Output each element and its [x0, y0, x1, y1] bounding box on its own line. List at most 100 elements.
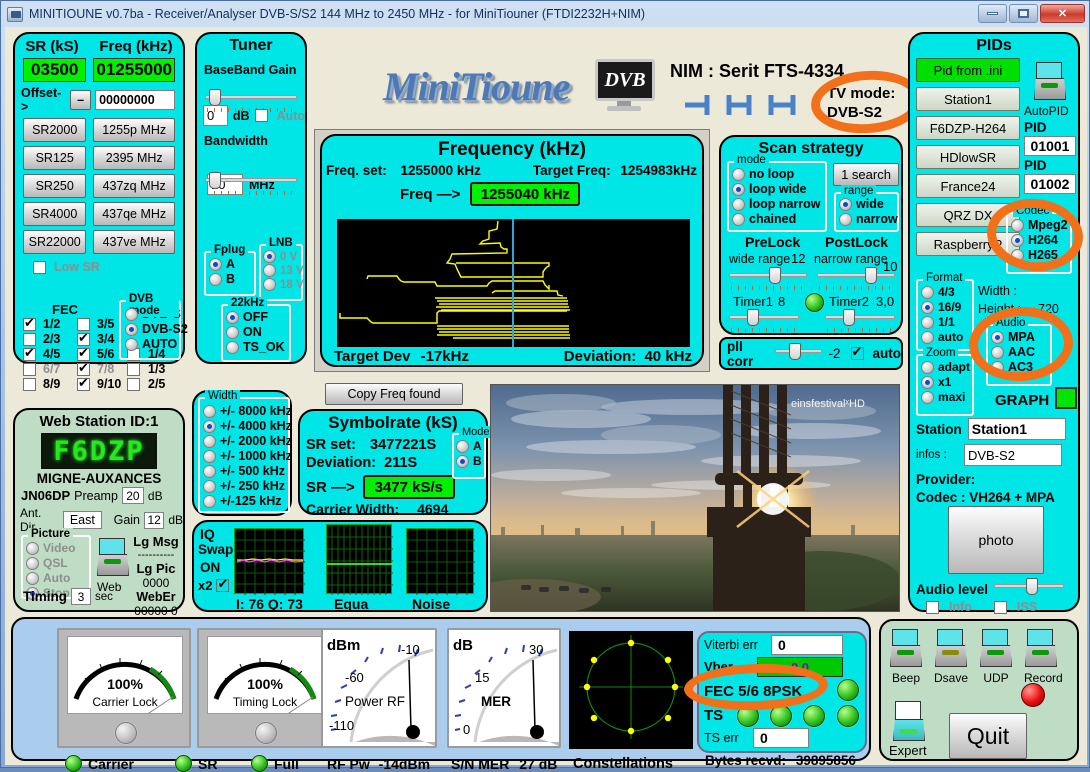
freq-value-field[interactable]: 01255000: [93, 58, 175, 82]
width-option-option-3[interactable]: +/- 1000 kHz: [203, 449, 292, 463]
fec-item-12[interactable]: 2/5: [127, 377, 183, 391]
sr-preset-button-3[interactable]: SR4000: [23, 202, 87, 226]
fec-item-10[interactable]: 8/9: [23, 377, 75, 391]
video-preview[interactable]: einsfestivalˣHD: [461, 384, 901, 615]
iss-checkbox[interactable]: [993, 600, 1007, 614]
infos-field[interactable]: DVB-S2: [964, 444, 1062, 466]
audio-option-0[interactable]: MPA: [991, 330, 1050, 344]
sr-mode-radio-1[interactable]: [456, 454, 469, 468]
scan-mode-option-1[interactable]: loop wide: [732, 182, 825, 196]
sr-mode-option-0[interactable]: A: [456, 439, 484, 453]
search-button[interactable]: 1 search: [833, 163, 899, 186]
photo-button[interactable]: photo: [948, 506, 1044, 574]
fec-item-9[interactable]: 1/3: [127, 362, 183, 376]
scan-mode-radio-0[interactable]: [732, 167, 745, 181]
sr-preset-button-4[interactable]: SR22000: [23, 230, 87, 254]
fec-checkbox-4[interactable]: [23, 345, 36, 361]
audio-level-slider[interactable]: [994, 578, 1065, 600]
control-udp[interactable]: UDP: [979, 629, 1013, 685]
format-radio-0[interactable]: [921, 285, 934, 299]
fec-checkbox-9[interactable]: [127, 362, 140, 376]
lnb-radio-2[interactable]: [263, 278, 276, 291]
fec-checkbox-12[interactable]: [127, 377, 140, 391]
low-sr-checkbox[interactable]: [33, 260, 46, 274]
scan-range-option-0[interactable]: wide: [839, 197, 897, 211]
station-field[interactable]: Station1: [967, 418, 1066, 440]
scan-mode-option-2[interactable]: loop narrow: [732, 197, 825, 211]
scan-mode-option-0[interactable]: no loop: [732, 167, 825, 181]
picture-option-2[interactable]: Auto: [26, 571, 89, 585]
dvb-mode-radio-2[interactable]: [125, 337, 138, 351]
maximize-button[interactable]: [1009, 4, 1038, 23]
beep-toggle[interactable]: [890, 629, 922, 669]
sr-mode-option-1[interactable]: B: [456, 454, 484, 468]
scan-mode-radio-1[interactable]: [732, 182, 745, 196]
format-radio-2[interactable]: [921, 315, 934, 329]
width-option-radio-4[interactable]: [203, 464, 216, 478]
fec-checkbox-0[interactable]: [23, 315, 36, 331]
autopid-toggle[interactable]: [1034, 62, 1066, 102]
dvb-mode-radio-1[interactable]: [125, 322, 138, 336]
zoom-option-1[interactable]: x1: [921, 375, 972, 389]
format-option-1[interactable]: 16/9: [921, 300, 972, 314]
fec-item-4[interactable]: 4/5: [23, 345, 75, 361]
scan-mode-radio-2[interactable]: [732, 197, 745, 211]
width-option-option-1[interactable]: +/- 4000 kHz: [203, 419, 292, 433]
pid-preset-button-2[interactable]: F6DZP-H264: [916, 116, 1020, 140]
sr-preset-button-0[interactable]: SR2000: [23, 118, 87, 142]
dvb-mode-radio-0[interactable]: [125, 307, 138, 321]
picture-option-0[interactable]: Video: [26, 541, 89, 555]
codec-option-2[interactable]: H265: [1011, 248, 1070, 262]
freq-preset-button-0[interactable]: 1255p MHz: [93, 118, 175, 142]
fec-item-11[interactable]: 9/10: [77, 375, 129, 391]
freq-preset-button-2[interactable]: 437zq MHz: [93, 174, 175, 198]
zoom-option-2[interactable]: maxi: [921, 390, 972, 404]
pid-video-field[interactable]: 01001: [1024, 136, 1076, 156]
fplug-option-1[interactable]: B: [209, 272, 254, 286]
width-option-radio-0[interactable]: [203, 404, 216, 418]
scan-range-radio-1[interactable]: [839, 212, 852, 226]
pid-preset-button-5[interactable]: QRZ DX: [916, 203, 1020, 227]
freq-preset-button-3[interactable]: 437qe MHz: [93, 202, 175, 226]
pid-preset-button-6[interactable]: RaspberryP: [916, 232, 1020, 256]
dvb-mode-option-2[interactable]: AUTO: [125, 337, 179, 351]
width-option-radio-2[interactable]: [203, 434, 216, 448]
iq-x2-checkbox[interactable]: [216, 576, 230, 592]
control-record[interactable]: Record: [1024, 629, 1063, 685]
picture-option-1[interactable]: QSL: [26, 556, 89, 570]
k22-radio-0[interactable]: [226, 310, 239, 324]
k22-option-0[interactable]: OFF: [226, 310, 289, 324]
width-option-radio-6[interactable]: [203, 494, 216, 508]
udp-toggle[interactable]: [980, 629, 1012, 669]
freq-preset-button-4[interactable]: 437ve MHz: [93, 230, 175, 254]
baseband-auto-checkbox[interactable]: [254, 109, 268, 122]
control-dsave[interactable]: Dsave: [934, 629, 968, 685]
format-option-0[interactable]: 4/3: [921, 285, 972, 299]
close-button[interactable]: ✕: [1040, 4, 1085, 23]
sr-mode-radio-0[interactable]: [456, 439, 469, 453]
baseband-gain-slider[interactable]: [205, 89, 297, 113]
scan-range-option-1[interactable]: narrow: [839, 212, 898, 226]
timer2-slider[interactable]: [825, 309, 895, 333]
audio-radio-2[interactable]: [991, 360, 1004, 374]
audio-radio-0[interactable]: [991, 330, 1004, 344]
pid-preset-button-1[interactable]: Station1: [916, 87, 1020, 111]
picture-radio-0[interactable]: [26, 541, 39, 555]
k22-option-1[interactable]: ON: [226, 325, 289, 339]
lnb-option-0[interactable]: 0 V: [263, 250, 301, 263]
zoom-radio-0[interactable]: [921, 360, 934, 374]
pid-preset-button-4[interactable]: France24: [916, 174, 1020, 198]
fec-checkbox-10[interactable]: [23, 377, 36, 391]
pll-corr-slider[interactable]: [774, 342, 823, 365]
fec-item-7[interactable]: 6/7: [23, 362, 75, 376]
fec-item-0[interactable]: 1/2: [23, 315, 75, 331]
scan-mode-option-3[interactable]: chained: [732, 212, 825, 226]
format-radio-3[interactable]: [921, 330, 934, 344]
width-option-radio-3[interactable]: [203, 449, 216, 463]
minimize-button[interactable]: [978, 4, 1007, 23]
picture-radio-1[interactable]: [26, 556, 39, 570]
sr-value-field[interactable]: 03500: [23, 58, 87, 82]
fec-checkbox-7[interactable]: [23, 362, 36, 376]
timer1-slider[interactable]: [729, 309, 799, 333]
freq-preset-button-1[interactable]: 2395 MHz: [93, 146, 175, 170]
